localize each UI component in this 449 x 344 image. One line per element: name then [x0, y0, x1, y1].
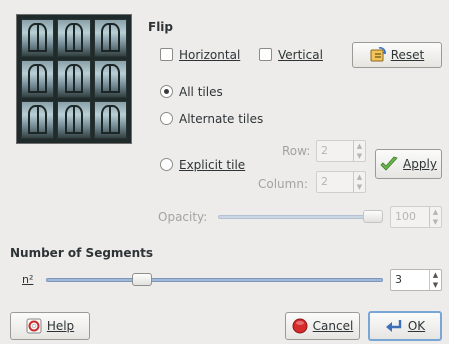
all-tiles-label: All tiles [179, 85, 223, 99]
checkmark-icon [380, 156, 398, 171]
preview-image [16, 14, 132, 144]
vertical-label: Vertical [278, 48, 323, 62]
ok-button[interactable]: OK [368, 311, 442, 341]
horizontal-label: Horizontal [179, 48, 241, 62]
row-value: 2 [321, 144, 328, 157]
segments-value: 3 [395, 273, 402, 286]
opacity-slider-handle[interactable] [363, 210, 383, 223]
spin-up-icon[interactable]: ▲ [430, 270, 441, 280]
help-button[interactable]: Help [10, 312, 90, 340]
cancel-button[interactable]: Cancel [285, 312, 360, 340]
help-icon [26, 318, 42, 334]
spin-up-icon[interactable]: ▲ [430, 207, 441, 217]
preview-tile [21, 101, 55, 139]
spin-down-icon[interactable]: ▼ [354, 151, 365, 161]
spin-up-icon[interactable]: ▲ [354, 172, 365, 182]
help-label: Help [46, 319, 75, 333]
spin-down-icon[interactable]: ▼ [354, 182, 365, 192]
spin-up-icon[interactable]: ▲ [354, 141, 365, 151]
segments-slider-handle[interactable] [131, 273, 152, 286]
cancel-icon [292, 318, 308, 334]
explicit-tile-label: Explicit tile [179, 158, 246, 172]
vertical-checkbox-box[interactable] [259, 48, 272, 61]
all-tiles-radio[interactable]: All tiles [160, 85, 223, 99]
alternate-tiles-radio[interactable]: Alternate tiles [160, 112, 263, 126]
preview-tile [57, 101, 91, 139]
row-spinner[interactable]: 2 ▲ ▼ [316, 140, 366, 162]
column-label: Column: [258, 177, 308, 191]
row-label: Row: [282, 144, 311, 158]
ok-label: OK [407, 319, 426, 333]
apply-button[interactable]: Apply [375, 149, 442, 179]
segments-label: n² [22, 273, 34, 286]
opacity-value: 100 [395, 210, 416, 223]
explicit-tile-radio-dot[interactable] [160, 158, 173, 171]
alternate-tiles-radio-dot[interactable] [160, 112, 173, 125]
explicit-tile-radio[interactable]: Explicit tile [160, 158, 245, 172]
spin-down-icon[interactable]: ▼ [430, 217, 441, 227]
return-arrow-icon [385, 320, 402, 332]
preview-tile [93, 60, 127, 98]
preview-tile [57, 60, 91, 98]
reset-button[interactable]: Reset [352, 42, 442, 68]
segments-spinner[interactable]: 3 ▲ ▼ [390, 269, 442, 291]
opacity-spinner[interactable]: 100 ▲ ▼ [390, 206, 442, 228]
reset-icon [370, 47, 386, 62]
vertical-checkbox[interactable]: Vertical [259, 48, 323, 62]
horizontal-checkbox[interactable]: Horizontal [160, 48, 240, 62]
preview-tile [21, 60, 55, 98]
apply-label: Apply [403, 157, 437, 171]
segments-heading: Number of Segments [10, 246, 153, 260]
opacity-slider-track[interactable] [218, 215, 383, 219]
alternate-tiles-label: Alternate tiles [179, 112, 264, 126]
flip-heading: Flip [148, 20, 174, 34]
horizontal-checkbox-box[interactable] [160, 48, 173, 61]
column-value: 2 [321, 175, 328, 188]
preview-tile [93, 101, 127, 139]
column-spinner[interactable]: 2 ▲ ▼ [316, 171, 366, 193]
all-tiles-radio-dot[interactable] [160, 85, 173, 98]
preview-tile [21, 19, 55, 57]
opacity-label: Opacity: [158, 210, 208, 224]
preview-tile [93, 19, 127, 57]
segments-slider-track[interactable] [46, 278, 383, 282]
preview-tile [57, 19, 91, 57]
cancel-label: Cancel [312, 319, 354, 333]
reset-label: Reset [390, 48, 425, 62]
spin-down-icon[interactable]: ▼ [430, 280, 441, 290]
